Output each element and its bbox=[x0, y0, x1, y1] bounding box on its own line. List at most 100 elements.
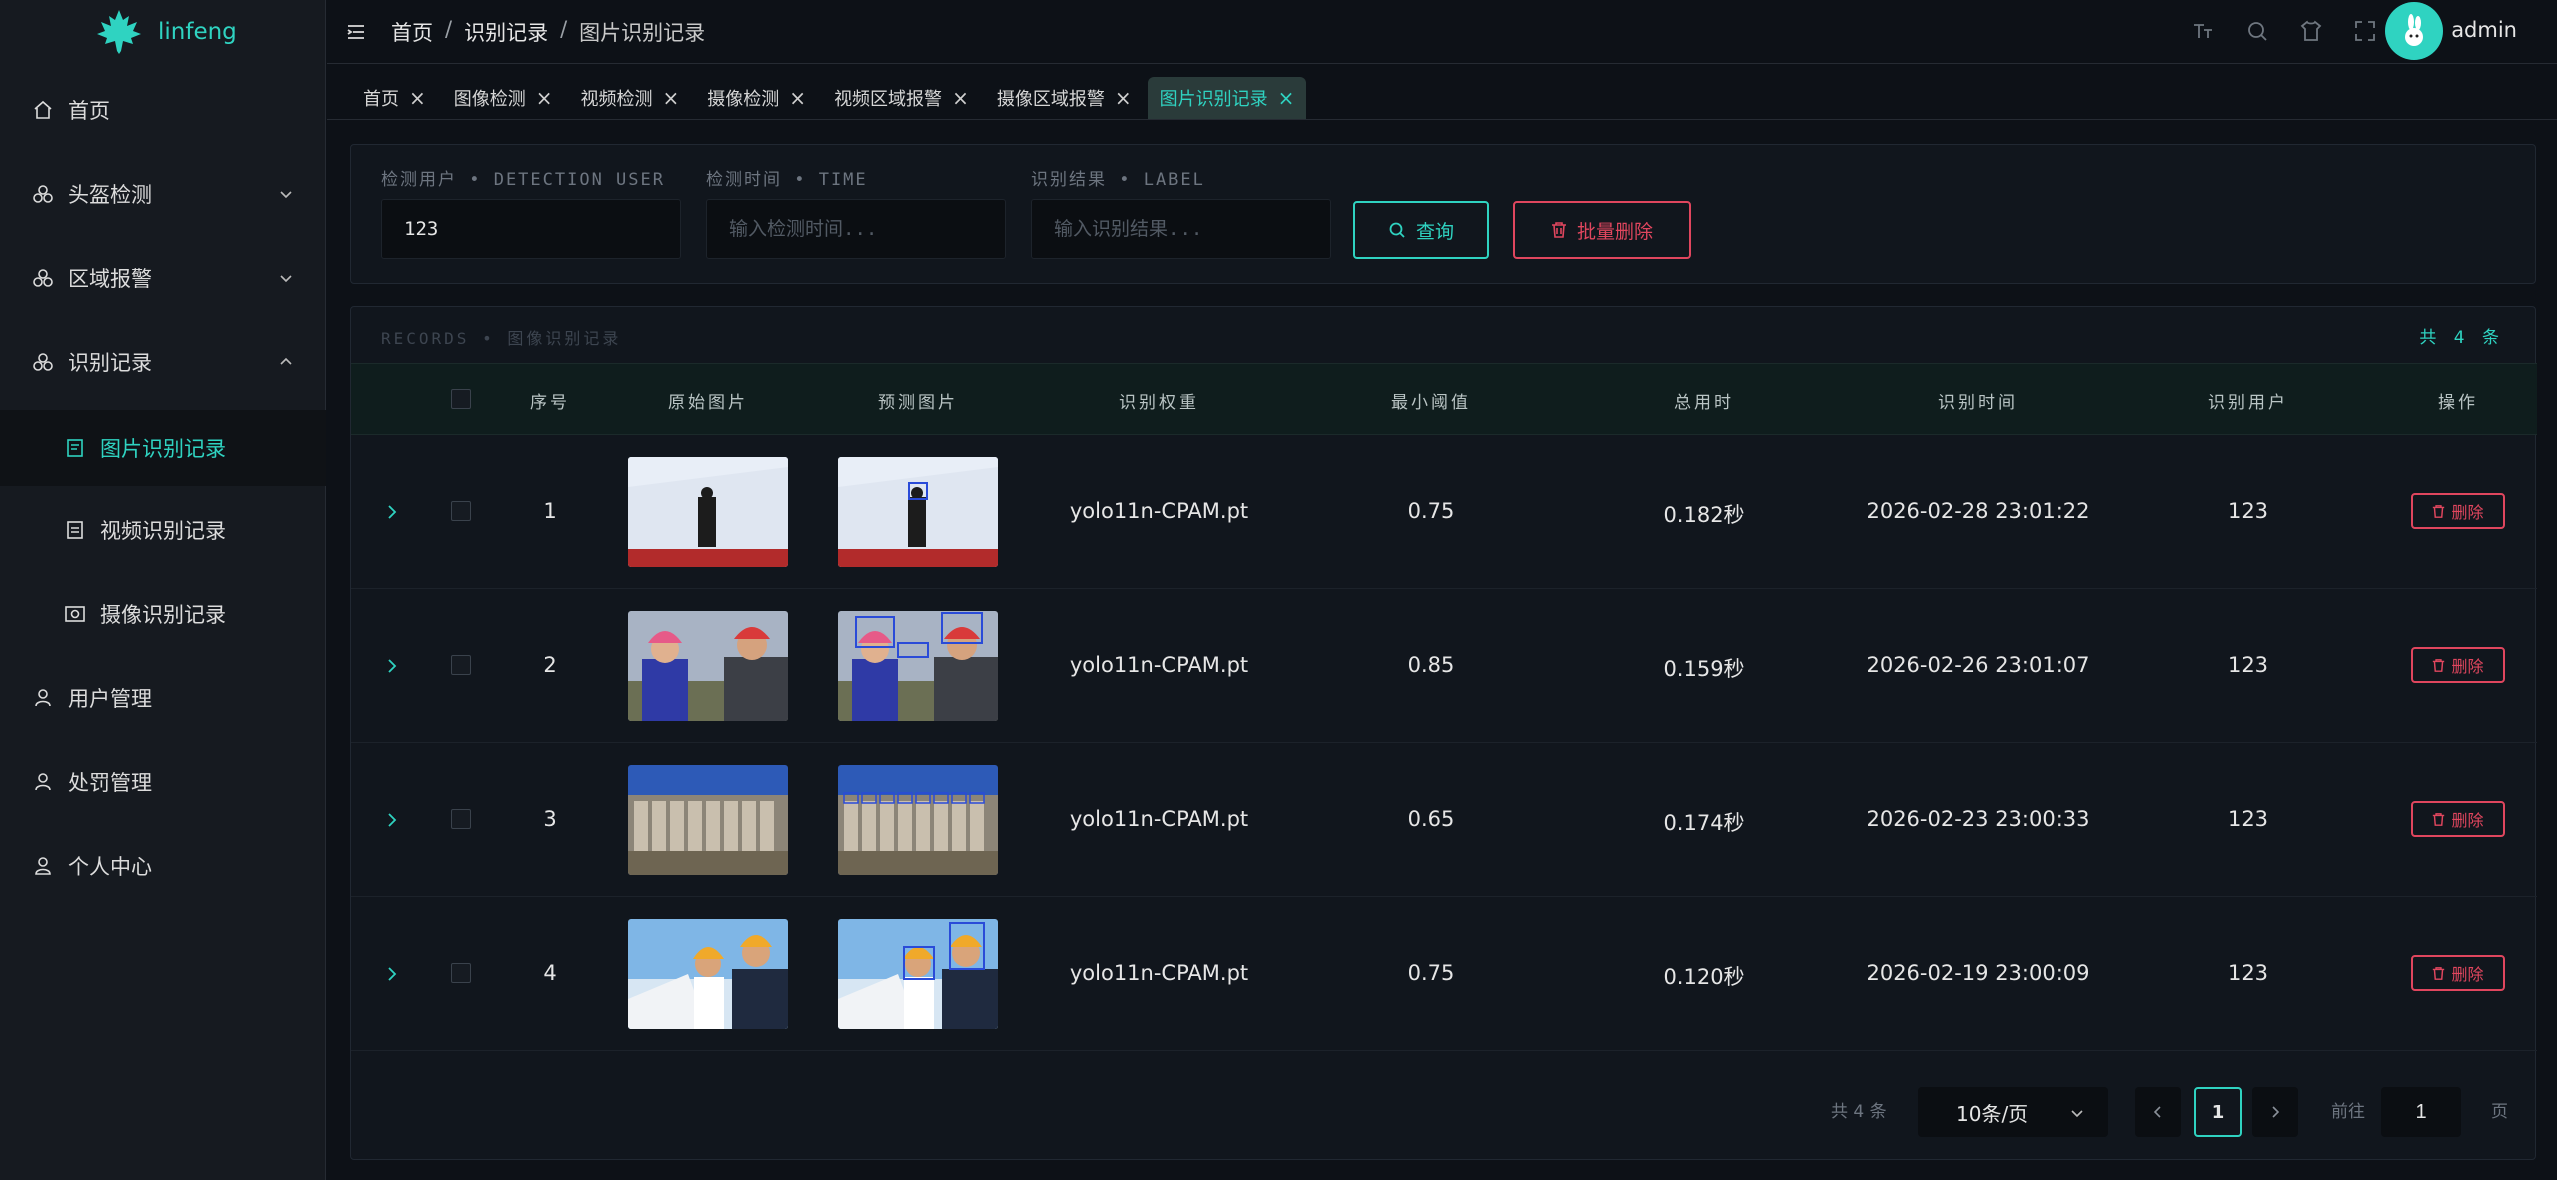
sidebar-item-home[interactable]: 首页 bbox=[0, 74, 326, 146]
delete-button[interactable]: 删除 bbox=[2411, 801, 2505, 837]
tab-video-detection[interactable]: 视频检测 × bbox=[569, 77, 692, 119]
column-header-threshold: 最小阈值 bbox=[1391, 393, 1471, 413]
sidebar-item-helmet-detection[interactable]: 头盔检测 bbox=[0, 158, 326, 230]
row-weight: yolo11n-CPAM.pt bbox=[1069, 653, 1249, 677]
delete-button[interactable]: 删除 bbox=[2411, 955, 2505, 991]
page-size-value: 10条/页 bbox=[1956, 1101, 2029, 1126]
delete-button[interactable]: 删除 bbox=[2411, 493, 2505, 529]
chevron-down-icon bbox=[280, 191, 292, 199]
tab-image-records[interactable]: 图片识别记录 × bbox=[1147, 77, 1307, 119]
column-header-weight: 识别权重 bbox=[1119, 393, 1199, 413]
next-page-button[interactable] bbox=[2252, 1087, 2298, 1137]
menu-toggle-icon[interactable] bbox=[345, 21, 367, 43]
goto-label: 前往 bbox=[2331, 1102, 2365, 1122]
predicted-image-thumbnail[interactable] bbox=[838, 611, 998, 721]
column-header-index: 序号 bbox=[530, 393, 570, 413]
prev-page-button[interactable] bbox=[2135, 1087, 2181, 1137]
tab-camera-area-alarm[interactable]: 摄像区域报警 × bbox=[985, 77, 1144, 119]
row-threshold: 0.85 bbox=[1407, 653, 1455, 677]
query-button[interactable]: 查询 bbox=[1353, 201, 1489, 259]
sidebar-item-recognition-records[interactable]: 识别记录 bbox=[0, 326, 326, 398]
original-image-thumbnail[interactable] bbox=[628, 765, 788, 875]
sidebar-item-label: 处罚管理 bbox=[68, 771, 152, 795]
tab-home[interactable]: 首页 × bbox=[351, 77, 438, 119]
records-heading: RECORDS • 图像识别记录 bbox=[381, 329, 622, 348]
chevron-left-icon bbox=[2153, 1106, 2161, 1118]
sidebar-item-video-records[interactable]: 视频识别记录 bbox=[0, 494, 326, 566]
row-index: 1 bbox=[543, 499, 557, 523]
page-size-select[interactable]: 10条/页 bbox=[1918, 1087, 2108, 1137]
tab-camera-detection[interactable]: 摄像检测 × bbox=[695, 77, 818, 119]
chevron-right-icon[interactable] bbox=[381, 655, 403, 677]
close-icon[interactable]: × bbox=[409, 86, 426, 110]
original-image-thumbnail[interactable] bbox=[628, 457, 788, 567]
table-row[interactable]: 2 yolo11n-CPAM.pt 0.85 0.159秒 2026-02-26… bbox=[351, 589, 2537, 743]
camera-record-icon bbox=[64, 603, 86, 625]
sidebar-item-penalty-management[interactable]: 处罚管理 bbox=[0, 746, 326, 818]
table-row[interactable]: 4 yolo11n-CPAM.pt 0.75 0.120秒 2026-02-19… bbox=[351, 897, 2537, 1051]
predicted-image-thumbnail[interactable] bbox=[838, 457, 998, 567]
tab-video-area-alarm[interactable]: 视频区域报警 × bbox=[822, 77, 981, 119]
row-checkbox[interactable] bbox=[451, 963, 471, 983]
sidebar-item-label: 首页 bbox=[68, 99, 110, 123]
chevron-right-icon[interactable] bbox=[381, 809, 403, 831]
current-page-button[interactable]: 1 bbox=[2194, 1087, 2242, 1137]
fullscreen-icon[interactable] bbox=[2353, 19, 2377, 43]
theme-shirt-icon[interactable] bbox=[2299, 19, 2323, 43]
sidebar-item-personal-center[interactable]: 个人中心 bbox=[0, 830, 326, 902]
app-name: linfeng bbox=[158, 19, 237, 45]
breadcrumb-records[interactable]: 识别记录 bbox=[464, 17, 548, 47]
records-table-card: RECORDS • 图像识别记录 共 4 条 序号 原始图片 预测图片 识别权重… bbox=[350, 306, 2537, 1160]
search-icon[interactable] bbox=[2245, 19, 2269, 43]
avatar[interactable] bbox=[2385, 2, 2443, 60]
tab-image-detection[interactable]: 图像检测 × bbox=[442, 77, 565, 119]
delete-button[interactable]: 删除 bbox=[2411, 647, 2505, 683]
predicted-image-thumbnail[interactable] bbox=[838, 765, 998, 875]
row-checkbox[interactable] bbox=[451, 655, 471, 675]
chevron-right-icon[interactable] bbox=[381, 501, 403, 523]
row-checkbox[interactable] bbox=[451, 501, 471, 521]
result-label: 识别结果 • LABEL bbox=[1031, 170, 1205, 190]
result-input[interactable] bbox=[1031, 199, 1331, 259]
close-icon[interactable]: × bbox=[789, 86, 806, 110]
logo: linfeng bbox=[0, 0, 325, 64]
detection-user-label: 检测用户 • DETECTION USER bbox=[381, 170, 665, 190]
detection-user-input[interactable] bbox=[381, 199, 681, 259]
predicted-image-thumbnail[interactable] bbox=[838, 919, 998, 1029]
trash-icon bbox=[2433, 966, 2445, 980]
table-row[interactable]: 3 yolo11n-CPAM.pt 0.65 0.174秒 2026-02-23… bbox=[351, 743, 2537, 897]
original-image-thumbnail[interactable] bbox=[628, 611, 788, 721]
font-size-icon[interactable] bbox=[2191, 19, 2215, 43]
close-icon[interactable]: × bbox=[536, 86, 553, 110]
close-icon[interactable]: × bbox=[1278, 86, 1295, 110]
row-duration: 0.159秒 bbox=[1663, 657, 1745, 681]
row-user: 123 bbox=[2227, 499, 2269, 523]
home-icon bbox=[32, 99, 54, 121]
trash-icon bbox=[1551, 222, 1566, 238]
goto-page-input[interactable] bbox=[2381, 1087, 2461, 1137]
chevron-right-icon[interactable] bbox=[381, 963, 403, 985]
page-suffix: 页 bbox=[2491, 1102, 2508, 1122]
select-all-checkbox[interactable] bbox=[451, 389, 471, 409]
original-image-thumbnail[interactable] bbox=[628, 919, 788, 1029]
sidebar-item-image-records[interactable]: 图片识别记录 bbox=[0, 410, 326, 486]
sidebar-item-camera-records[interactable]: 摄像识别记录 bbox=[0, 578, 326, 650]
sidebar-item-user-management[interactable]: 用户管理 bbox=[0, 662, 326, 734]
detection-time-input[interactable] bbox=[706, 199, 1006, 259]
close-icon[interactable]: × bbox=[1115, 86, 1132, 110]
batch-delete-button[interactable]: 批量删除 bbox=[1513, 201, 1691, 259]
trash-icon bbox=[2433, 658, 2445, 672]
sidebar-item-label: 摄像识别记录 bbox=[100, 603, 226, 627]
chevron-down-icon bbox=[280, 275, 292, 283]
sidebar-item-area-alarm[interactable]: 区域报警 bbox=[0, 242, 326, 314]
breadcrumb-home[interactable]: 首页 bbox=[391, 17, 433, 47]
close-icon[interactable]: × bbox=[663, 86, 680, 110]
close-icon[interactable]: × bbox=[952, 86, 969, 110]
table-row[interactable]: 1 yolo11n-CPAM.pt 0.75 0.182秒 2026-02-28… bbox=[351, 435, 2537, 589]
penalty-icon bbox=[32, 771, 54, 793]
row-threshold: 0.75 bbox=[1407, 961, 1455, 985]
username[interactable]: admin bbox=[2451, 18, 2517, 42]
sidebar-item-label: 视频识别记录 bbox=[100, 519, 226, 543]
row-checkbox[interactable] bbox=[451, 809, 471, 829]
record-count: 共 4 条 bbox=[2419, 328, 2505, 348]
